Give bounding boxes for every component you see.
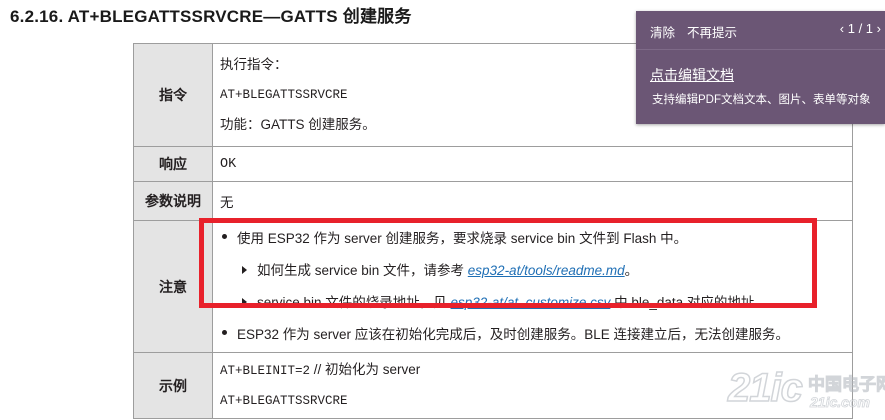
- customize-csv-link[interactable]: esp32-at/at_customize.csv: [451, 295, 611, 310]
- row-label-command: 指令: [133, 43, 213, 147]
- chevron-left-icon[interactable]: ‹: [840, 21, 844, 36]
- popup-toolbar: 清除 不再提示 ‹ 1 / 1 ›: [636, 11, 885, 50]
- note-item-text: 使用 ESP32 作为 server 创建服务，要求烧录 service bin…: [237, 230, 688, 246]
- row-label-response: 响应: [133, 146, 213, 182]
- table-row-response: 响应 OK: [133, 146, 853, 182]
- params-value: 无: [212, 181, 853, 221]
- note-subitem-suffix: 中 ble_data 对应的地址。: [610, 294, 768, 310]
- note-item: 使用 ESP32 作为 server 创建服务，要求烧录 service bin…: [220, 223, 852, 255]
- bullet-triangle-icon: [242, 265, 247, 274]
- bullet-dot-icon: [222, 234, 227, 240]
- section-title: 6.2.16. AT+BLEGATTSSRVCRE—GATTS 创建服务: [10, 7, 412, 26]
- row-label-notes: 注意: [133, 220, 213, 353]
- watermark-cn-text: 中国电子网: [808, 375, 885, 395]
- example-command: AT+BLEINIT=2: [220, 364, 311, 378]
- clear-button[interactable]: 清除: [650, 22, 675, 41]
- notes-cell: 使用 ESP32 作为 server 创建服务，要求烧录 service bin…: [212, 220, 853, 353]
- row-label-example: 示例: [133, 352, 213, 419]
- popup-pager: ‹ 1 / 1 ›: [840, 21, 881, 36]
- site-watermark: 21ic 中国电子网 21ic.com: [727, 365, 885, 416]
- note-subitem-text: 如何生成 service bin 文件，请参考: [257, 262, 468, 278]
- edit-document-link[interactable]: 点击编辑文档: [650, 65, 734, 85]
- pager-text: 1 / 1: [847, 21, 874, 36]
- watermark-logo: 21ic: [727, 365, 803, 411]
- bullet-triangle-icon: [242, 297, 247, 306]
- table-row-params: 参数说明 无: [133, 181, 853, 221]
- bullet-dot-icon: [222, 330, 227, 336]
- chevron-right-icon[interactable]: ›: [877, 21, 881, 36]
- dont-show-again-button[interactable]: 不再提示: [687, 22, 737, 41]
- note-subitem: service bin 文件的烧录地址，见 esp32-at/at_custom…: [220, 287, 852, 319]
- table-row-notes: 注意 使用 ESP32 作为 server 创建服务，要求烧录 service …: [133, 220, 853, 353]
- row-label-params: 参数说明: [133, 181, 213, 221]
- note-subitem-text: service bin 文件的烧录地址，见: [257, 294, 451, 310]
- note-item: ESP32 作为 server 应该在初始化完成后，及时创建服务。BLE 连接建…: [220, 319, 852, 351]
- edit-tip-popup: 清除 不再提示 ‹ 1 / 1 › 点击编辑文档 支持编辑PDF文档文本、图片、…: [636, 11, 885, 124]
- watermark-url: 21ic.com: [810, 394, 871, 411]
- note-item-text: ESP32 作为 server 应该在初始化完成后，及时创建服务。BLE 连接建…: [237, 326, 790, 342]
- note-subitem-suffix: 。: [624, 262, 639, 278]
- popup-description: 支持编辑PDF文档文本、图片、表单等对象: [652, 94, 871, 106]
- example-comment: // 初始化为 server: [310, 362, 421, 377]
- note-subitem: 如何生成 service bin 文件，请参考 esp32-at/tools/r…: [220, 255, 852, 287]
- readme-link[interactable]: esp32-at/tools/readme.md: [468, 263, 625, 278]
- response-value: OK: [212, 146, 853, 182]
